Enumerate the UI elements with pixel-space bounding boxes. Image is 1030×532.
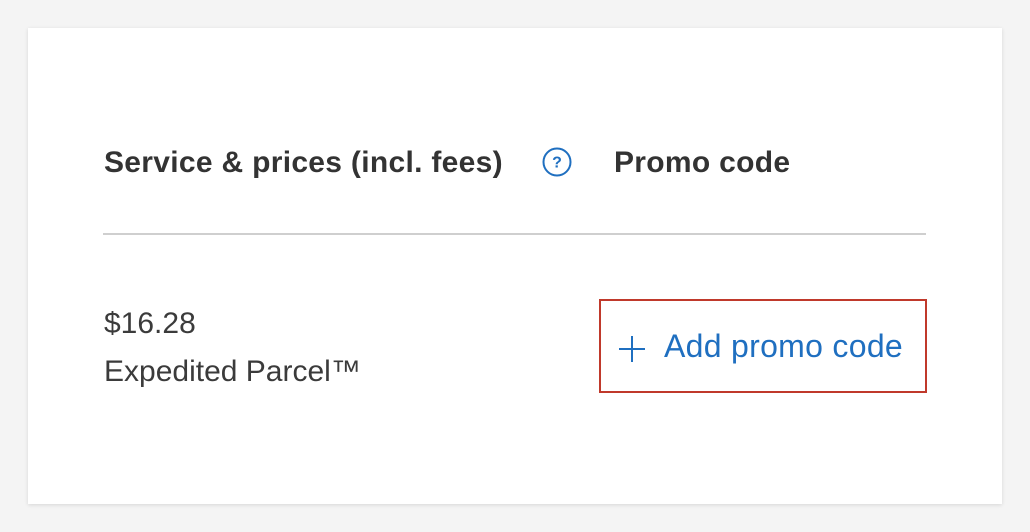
service-card: Service & prices (incl. fees) ? Promo co…: [28, 28, 1002, 504]
header-divider: [103, 233, 926, 235]
promo-code-heading: Promo code: [614, 146, 791, 179]
service-name: Expedited Parcel™: [104, 355, 361, 388]
add-promo-code-label: Add promo code: [664, 328, 904, 364]
add-promo-code-button[interactable]: Add promo code: [599, 299, 927, 393]
service-prices-heading: Service & prices (incl. fees): [104, 146, 503, 179]
question-circle-icon[interactable]: ?: [542, 147, 572, 177]
table-header: Service & prices (incl. fees) ? Promo co…: [104, 144, 926, 184]
service-price: $16.28: [104, 307, 196, 340]
plus-icon: [617, 334, 647, 364]
svg-text:?: ?: [552, 155, 562, 172]
